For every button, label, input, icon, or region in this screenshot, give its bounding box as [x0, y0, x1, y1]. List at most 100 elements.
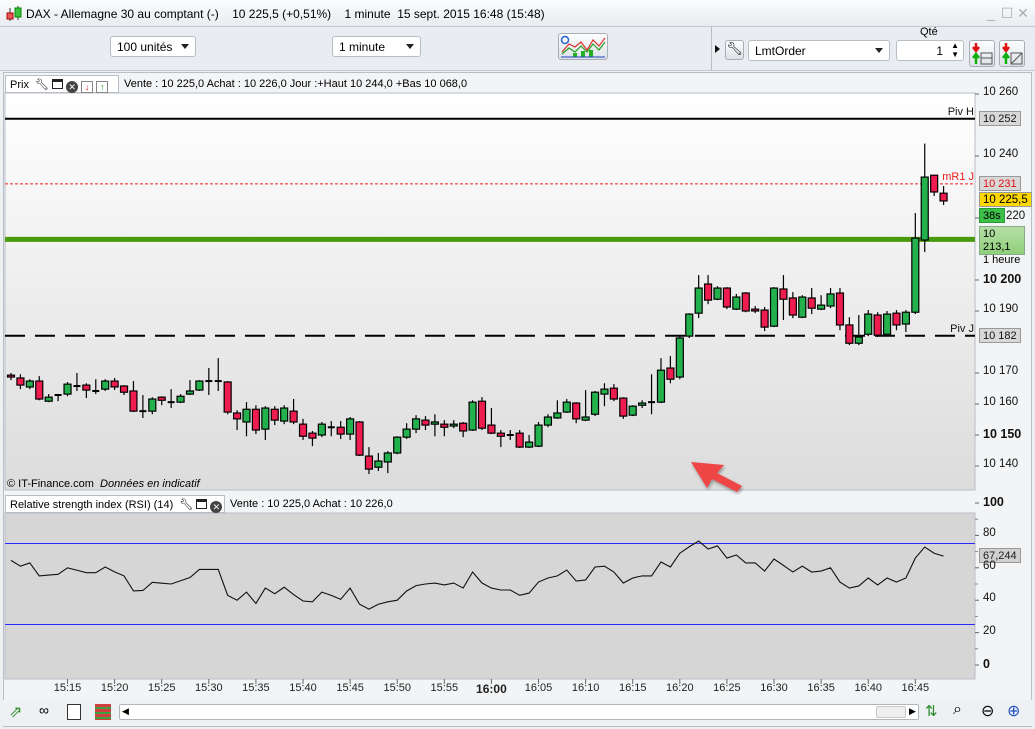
green-level-timeframe: 1 heure	[983, 254, 1021, 266]
close-circle-icon[interactable]: ✕	[210, 501, 223, 513]
rsi-panel-header: Relative strength index (RSI) (14) 🔧︎ ✕	[5, 495, 225, 513]
move-up-icon[interactable]: ↑	[96, 81, 109, 93]
candle-bull	[280, 407, 289, 422]
candle-bull	[685, 313, 694, 337]
level-label-piv-j: Piv J	[950, 322, 974, 335]
link-icon[interactable]: ∞	[39, 702, 49, 718]
chart-canvas[interactable]	[0, 0, 1035, 729]
autoscroll-icon[interactable]: ⇅	[925, 702, 938, 720]
candle-bull	[543, 416, 553, 426]
level-box-mr1-j: 10 231	[979, 175, 1021, 191]
time-tick-label: 15:55	[430, 682, 459, 694]
horizontal-scrollbar[interactable]: ◀ ▶	[119, 704, 919, 720]
time-tick-label: 16:30	[760, 682, 788, 694]
zoom-in-icon[interactable]: ⊕	[1007, 701, 1020, 721]
level-label-mr1-j: mR1 J	[942, 170, 974, 183]
candle-bull	[317, 423, 326, 436]
time-tick-label: 16:00	[476, 682, 507, 696]
candle-bull	[261, 407, 270, 430]
time-tick-label: 16:25	[713, 682, 741, 694]
candle-bear	[939, 192, 948, 202]
candle-bull	[242, 408, 251, 423]
candle-bear	[873, 314, 882, 336]
candle-bear	[722, 287, 732, 308]
candle-bear	[110, 380, 119, 388]
disclaimer: Données en indicatif	[100, 478, 200, 490]
rsi-tick-label: 80	[983, 527, 996, 540]
window-icon[interactable]	[52, 79, 64, 89]
candle-bull	[562, 401, 571, 413]
candle-bull	[383, 452, 392, 463]
move-down-icon[interactable]: ↓	[81, 81, 94, 93]
candle-bear	[496, 432, 505, 437]
price-panel-title: Prix	[10, 79, 29, 91]
candle-bull	[732, 296, 741, 310]
candle-bear	[82, 384, 91, 391]
close-circle-icon[interactable]: ✕	[66, 81, 79, 93]
time-tick-label: 16:05	[524, 682, 553, 694]
candle-bull	[920, 176, 929, 241]
rsi-panel-title: Relative strength index (RSI) (14)	[10, 499, 174, 511]
candle-bull	[638, 402, 647, 406]
candle-bear	[308, 432, 317, 439]
candle-bear	[6, 374, 16, 378]
price-tick-label: 10 170	[983, 365, 1019, 377]
scrollbar-thumb[interactable]	[876, 706, 906, 718]
candle-bull	[590, 391, 600, 415]
price-panel-info: Vente : 10 225,0 Achat : 10 226,0 Jour :…	[124, 78, 468, 90]
candle-bull	[430, 421, 439, 425]
price-tick-label: 10 150	[983, 427, 1022, 441]
candle-bear	[751, 308, 760, 312]
price-tick-label: 220	[1006, 210, 1026, 222]
candle-bull	[534, 424, 543, 447]
layers-icon[interactable]	[95, 704, 111, 720]
candle-bull	[581, 416, 590, 421]
time-tick-label: 15:15	[53, 682, 82, 694]
candle-bear	[355, 421, 364, 456]
time-tick-label: 15:50	[383, 682, 411, 694]
candle-bull	[675, 337, 684, 378]
price-axis-ticks	[975, 93, 979, 467]
candle-bull	[769, 287, 779, 327]
candle-bear	[666, 367, 675, 380]
candle-bull	[553, 412, 562, 419]
candle-bear	[845, 324, 854, 344]
candle-bear	[119, 385, 129, 393]
candle-bear	[251, 408, 261, 431]
candle-bear	[16, 377, 25, 386]
rsi-panel-info: Vente : 10 225,0 Achat : 10 226,0	[230, 498, 393, 510]
rsi-tick-label: 0	[983, 657, 990, 671]
wrench-icon[interactable]: 🔧︎	[179, 499, 193, 511]
candle-bull	[817, 304, 826, 310]
candle-bull	[25, 380, 34, 388]
time-tick-label: 15:35	[242, 682, 270, 694]
candle-bull	[63, 383, 72, 395]
zoom-out-icon[interactable]: ⊖	[981, 701, 994, 721]
candle-bull	[411, 418, 421, 430]
export-icon[interactable]: ⇗	[9, 702, 22, 722]
window-icon[interactable]	[196, 499, 208, 509]
candle-bull	[600, 388, 609, 395]
candle-bear	[298, 423, 308, 437]
green-level-box: 10 213,1 1 heure	[979, 226, 1025, 266]
price-tick-label: 10 190	[983, 303, 1019, 315]
zoom-fit-icon[interactable]: ⌕	[953, 701, 962, 719]
scroll-right-icon[interactable]: ▶	[909, 706, 916, 717]
candle-bear	[223, 381, 232, 413]
rsi-plot-area[interactable]	[4, 512, 976, 680]
candle-bull	[882, 313, 892, 335]
candle-bull	[449, 423, 458, 427]
candle-bull	[854, 336, 863, 344]
candle-bull	[826, 293, 835, 307]
list-icon[interactable]	[67, 704, 81, 720]
price-panel-header: Prix 🔧︎ ✕ ↓ ↑	[5, 75, 119, 93]
candle-bull	[185, 390, 195, 395]
candle-bear	[270, 408, 279, 421]
candle-bear	[515, 432, 524, 448]
scroll-left-icon[interactable]: ◀	[122, 706, 129, 717]
candle-bear	[835, 292, 845, 326]
candle-bull	[628, 405, 637, 416]
rsi-tick-label: 40	[983, 592, 996, 605]
wrench-icon[interactable]: 🔧︎	[35, 79, 49, 91]
candle-bull	[101, 380, 110, 390]
